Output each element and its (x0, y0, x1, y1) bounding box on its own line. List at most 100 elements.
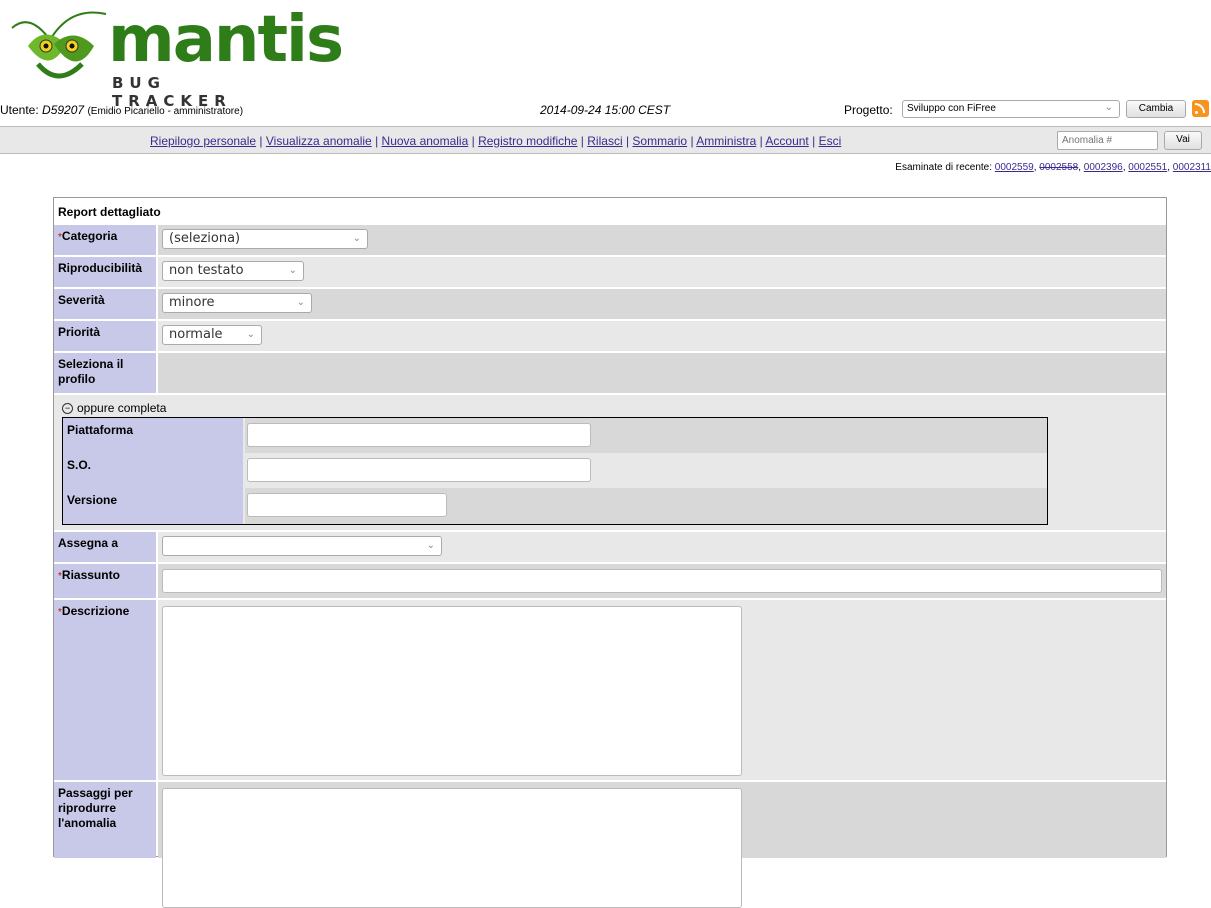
user-bar: Utente: D59207 (Emidio Picariello - ammi… (0, 100, 1211, 120)
chevron-down-icon: ⌄ (352, 233, 361, 244)
assign-row: Assegna a ⌄ (54, 532, 1166, 562)
category-label-text: Categoria (61, 229, 118, 243)
profile-row: Seleziona il profilo (54, 353, 1166, 393)
project-label: Progetto: (844, 103, 893, 117)
summary-label: *Riassunto (54, 564, 156, 598)
category-row: *Categoria (seleziona) ⌄ (54, 225, 1166, 255)
menu-account[interactable]: Account (765, 134, 808, 148)
menu-manage[interactable]: Amministra (696, 134, 756, 148)
user-label: Utente: (0, 103, 39, 117)
steps-label: Passaggi per riprodurre l'anomalia (54, 782, 156, 858)
recent-label: Esaminate di recente: (895, 162, 993, 173)
user-id: D59207 (42, 103, 85, 117)
user-info: Utente: D59207 (Emidio Picariello - ammi… (0, 103, 243, 117)
chevron-down-icon: ⌄ (288, 265, 297, 276)
assign-select[interactable]: ⌄ (162, 536, 442, 556)
current-datetime: 2014-09-24 15:00 CEST (540, 103, 671, 117)
reproducibility-select[interactable]: non testato ⌄ (162, 261, 304, 281)
os-cell (245, 453, 1047, 488)
description-label: *Descrizione (54, 600, 156, 780)
category-select-value: (seleziona) (169, 231, 241, 246)
recently-visited: Esaminate di recente: 0002559, 0002558, … (895, 162, 1211, 173)
rss-icon[interactable] (1192, 100, 1209, 117)
category-cell: (seleziona) ⌄ (158, 225, 1166, 255)
or-complete-label: oppure completa (77, 401, 167, 415)
menu-summary[interactable]: Sommario (632, 134, 687, 148)
summary-row: *Riassunto (54, 564, 1166, 598)
bug-number-input[interactable] (1057, 131, 1158, 150)
steps-textarea[interactable] (162, 788, 742, 908)
category-select[interactable]: (seleziona) ⌄ (162, 229, 368, 249)
reproducibility-select-value: non testato (169, 263, 244, 278)
severity-cell: minore ⌄ (158, 289, 1166, 319)
severity-row: Severità minore ⌄ (54, 289, 1166, 319)
menu-roadmap[interactable]: Rilasci (587, 134, 622, 148)
description-cell (158, 600, 1166, 780)
recent-item[interactable]: 0002311 (1173, 162, 1211, 173)
reproducibility-cell: non testato ⌄ (158, 257, 1166, 287)
profile-label: Seleziona il profilo (54, 353, 156, 393)
mantis-icon (11, 11, 107, 79)
mantis-logo: mantis BUG TRACKER (10, 3, 344, 110)
version-label: Versione (63, 488, 243, 524)
version-input[interactable] (247, 493, 447, 517)
summary-input[interactable] (162, 569, 1162, 593)
main-menu-bar: Riepilogo personale | Visualizza anomali… (0, 126, 1211, 154)
description-textarea[interactable] (162, 606, 742, 776)
reproducibility-row: Riproducibilità non testato ⌄ (54, 257, 1166, 287)
recent-item[interactable]: 0002559 (995, 162, 1034, 173)
project-select-value: Sviluppo con FiFree (907, 103, 996, 114)
description-row: *Descrizione (54, 600, 1166, 780)
menu-report-issue[interactable]: Nuova anomalia (382, 134, 469, 148)
menu-view-issues[interactable]: Visualizza anomalie (266, 134, 372, 148)
recent-item[interactable]: 0002558 (1039, 162, 1078, 173)
assign-label: Assegna a (54, 532, 156, 562)
priority-row: Priorità normale ⌄ (54, 321, 1166, 351)
priority-label: Priorità (54, 321, 156, 351)
priority-cell: normale ⌄ (158, 321, 1166, 351)
os-row: S.O. (63, 453, 1047, 488)
description-label-text: Descrizione (61, 604, 130, 618)
collapse-icon: − (62, 403, 73, 415)
assign-cell: ⌄ (158, 532, 1166, 562)
form-title: Report dettagliato (58, 205, 161, 219)
menu-logout[interactable]: Esci (819, 134, 842, 148)
platform-input[interactable] (247, 423, 591, 447)
severity-select[interactable]: minore ⌄ (162, 293, 312, 313)
main-menu: Riepilogo personale | Visualizza anomali… (150, 134, 842, 148)
custom-profile-row: − oppure completa Piattaforma S.O. Versio… (54, 395, 1166, 530)
go-button[interactable]: Vai (1164, 131, 1202, 150)
severity-select-value: minore (169, 295, 215, 310)
summary-label-text: Riassunto (61, 568, 120, 582)
menu-change-log[interactable]: Registro modifiche (478, 134, 577, 148)
reproducibility-label: Riproducibilità (54, 257, 156, 287)
platform-label: Piattaforma (63, 418, 243, 453)
recent-item[interactable]: 0002551 (1128, 162, 1167, 173)
priority-select-value: normale (169, 327, 223, 342)
os-label: S.O. (63, 453, 243, 488)
steps-row: Passaggi per riprodurre l'anomalia (54, 782, 1166, 908)
version-cell (245, 488, 1047, 524)
severity-label: Severità (54, 289, 156, 319)
custom-profile-table: Piattaforma S.O. Versione (62, 417, 1048, 525)
or-complete-toggle[interactable]: − oppure completa (62, 401, 166, 415)
summary-cell (158, 564, 1166, 598)
recent-item[interactable]: 0002396 (1084, 162, 1123, 173)
user-name: (Emidio Picariello - amministratore) (87, 106, 244, 117)
chevron-down-icon: ⌄ (1104, 102, 1113, 113)
profile-cell (158, 353, 1166, 393)
steps-cell (158, 782, 1166, 908)
priority-select[interactable]: normale ⌄ (162, 325, 262, 345)
logo-wordmark: mantis (108, 3, 344, 77)
version-row: Versione (63, 488, 1047, 524)
platform-row: Piattaforma (63, 418, 1047, 453)
project-select[interactable]: Sviluppo con FiFree ⌄ (902, 100, 1120, 118)
report-issue-form: Report dettagliato *Categoria (seleziona… (53, 197, 1167, 908)
chevron-down-icon: ⌄ (426, 540, 435, 551)
os-input[interactable] (247, 458, 591, 482)
chevron-down-icon: ⌄ (296, 297, 305, 308)
menu-my-view[interactable]: Riepilogo personale (150, 134, 256, 148)
chevron-down-icon: ⌄ (246, 329, 255, 340)
change-project-button[interactable]: Cambia (1126, 100, 1186, 118)
category-label: *Categoria (54, 225, 156, 255)
